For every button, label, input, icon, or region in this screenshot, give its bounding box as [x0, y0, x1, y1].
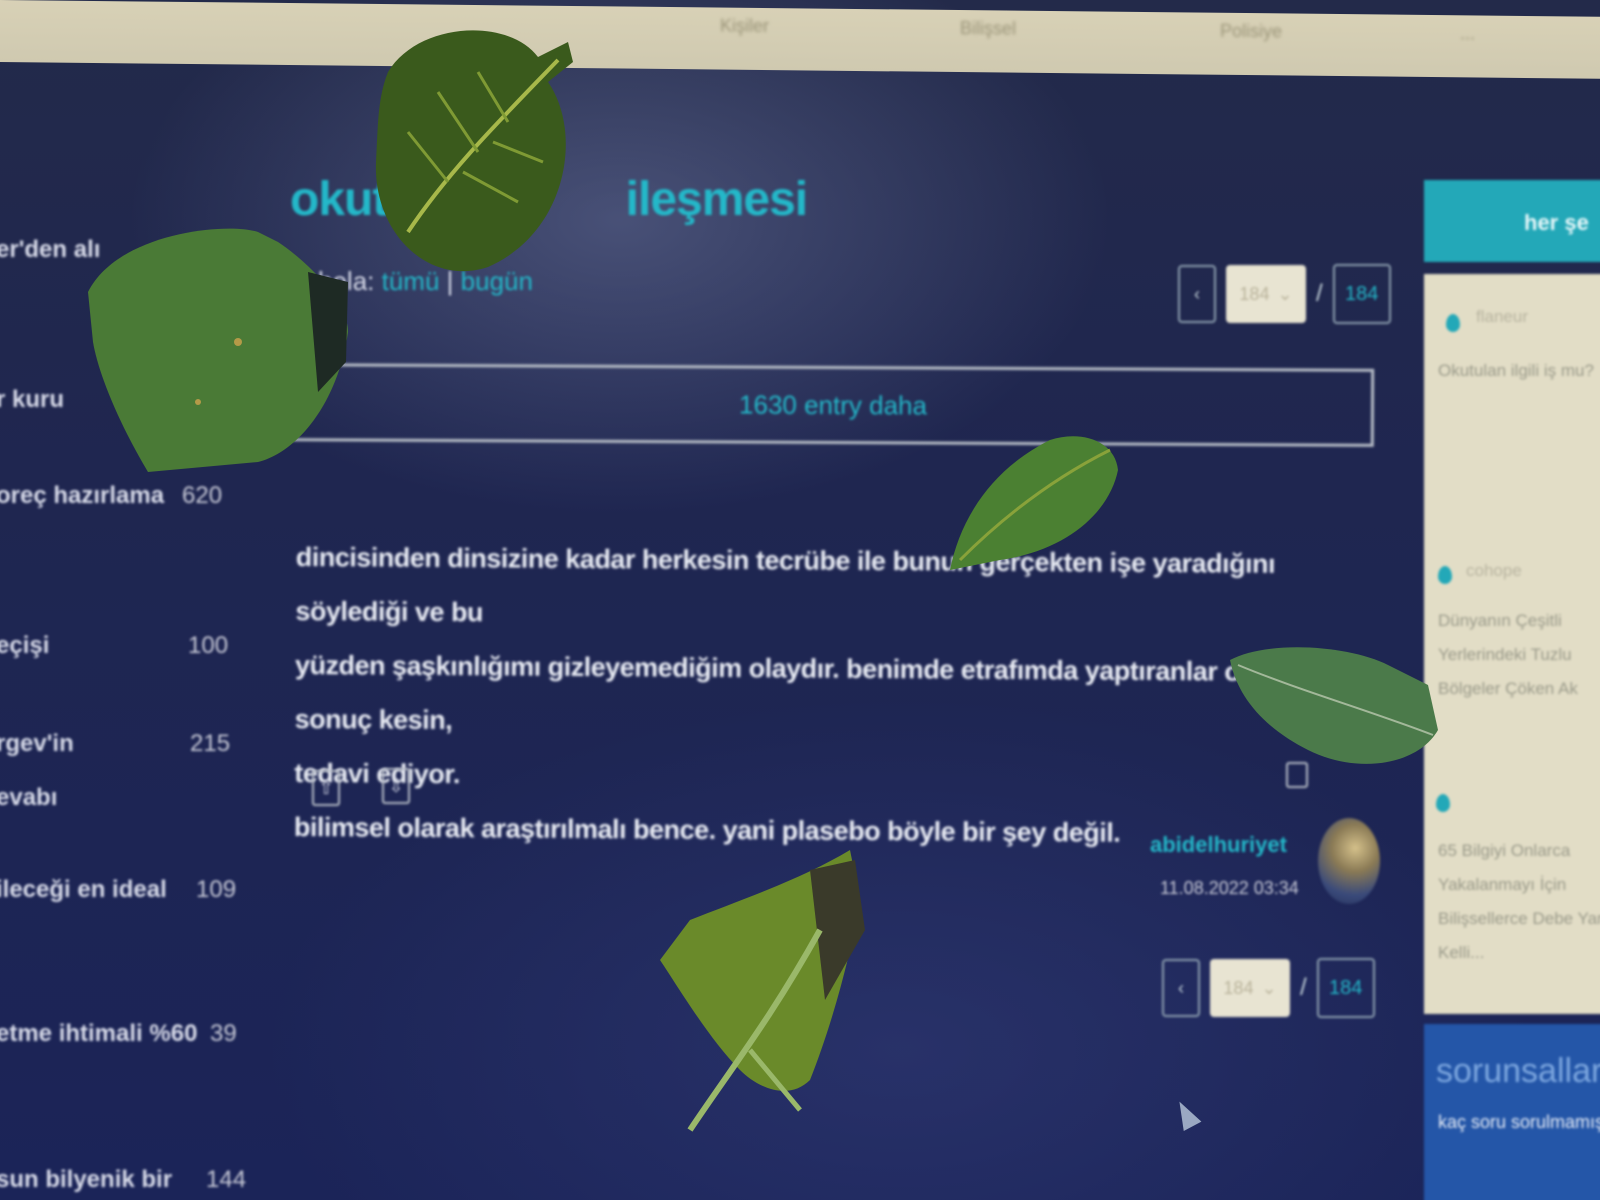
page-select-value: 184	[1223, 977, 1254, 998]
list-item-user[interactable]: cohope	[1466, 554, 1600, 588]
sidebar-item[interactable]: oreç hazırlama	[0, 482, 164, 510]
pager-last-button[interactable]: 184	[1332, 264, 1391, 324]
nav-item[interactable]: ...	[1460, 23, 1475, 44]
sidebar-item-count: 144	[206, 1166, 247, 1193]
list-item[interactable]: Dünyanın Çeşitli Yerlerindeki Tuzlu Bölg…	[1438, 604, 1600, 706]
list-item[interactable]: 65 Bilgiyi Onlarca Yakalanmayı İçin Bili…	[1438, 834, 1600, 970]
leaf-icon	[1230, 647, 1438, 764]
pager-top: ‹ 184 ⌄ / 184	[1178, 264, 1391, 324]
sidebar-item-count: 620	[182, 482, 223, 509]
questions-heading[interactable]: sorunsallar	[1436, 1052, 1600, 1091]
topic-title-end: ileşmesi	[625, 173, 808, 226]
entry-line: yüzden şaşkınlığımı gizleyemediğim olayd…	[294, 649, 1316, 736]
pager-prev-button[interactable]: ‹	[1178, 265, 1216, 323]
sidebar-item-count: 215	[190, 730, 231, 757]
sidebar-item-count: 39	[210, 1020, 237, 1047]
entry-line: tedavi ediyor.	[294, 757, 460, 790]
list-item-user[interactable]: flaneur	[1476, 300, 1600, 334]
sidebar-item[interactable]: etme ihtimali %60	[0, 1020, 197, 1048]
page-select-value: 184	[1239, 283, 1270, 304]
nav-item[interactable]: Bilişsel	[960, 18, 1016, 40]
upvote-button[interactable]: ⇧	[312, 770, 340, 806]
drop-icon	[1446, 314, 1460, 332]
pager-prev-button[interactable]: ‹	[1162, 959, 1200, 1017]
pager-last-button[interactable]: 184	[1316, 958, 1375, 1018]
leaf-icon	[660, 850, 865, 1132]
sidebar-item[interactable]: rgev'in	[0, 730, 74, 758]
pager-separator: /	[1300, 974, 1307, 1001]
sidebar-item[interactable]: sun bilyenik bir	[0, 1166, 172, 1194]
page-select[interactable]: 184 ⌄	[1226, 265, 1306, 323]
pager-bottom: ‹ 184 ⌄ / 184	[1162, 958, 1375, 1018]
sidebar-item-count: 100	[188, 632, 229, 659]
sidebar-item[interactable]: ileceği en ideal	[0, 876, 167, 904]
entry-date[interactable]: 11.08.2022 03:34	[1160, 878, 1299, 899]
nav-item[interactable]: Polisiye	[1220, 21, 1282, 43]
sidebar-item-count: 109	[196, 876, 237, 903]
tab-everything[interactable]: her şe	[1424, 180, 1600, 262]
page-select[interactable]: 184 ⌄	[1210, 959, 1290, 1017]
leaf-icon	[88, 228, 348, 472]
drop-icon	[1438, 566, 1452, 584]
nav-item[interactable]: Kişiler	[720, 16, 769, 38]
drop-icon	[1436, 794, 1450, 812]
questions-item[interactable]: kaç soru sorulmamış	[1438, 1112, 1600, 1133]
entry-line: dincisinden dinsizine kadar herkesin tec…	[295, 541, 1276, 628]
sidebar-item[interactable]: eçişi	[0, 632, 49, 660]
right-panel-list: flaneur Okutulan ilgili iş mu? cohope Dü…	[1424, 274, 1600, 1014]
leaf-icon	[950, 436, 1118, 570]
chevron-down-icon: ⌄	[1277, 283, 1293, 304]
avatar[interactable]	[1318, 818, 1380, 904]
leaf-icon	[375, 30, 573, 272]
right-panel: her şe flaneur Okutulan ilgili iş mu? co…	[1424, 170, 1600, 1200]
list-item[interactable]: Okutulan ilgili iş mu?	[1438, 354, 1600, 388]
downvote-button[interactable]: ⇩	[382, 768, 410, 804]
chevron-down-icon: ⌄	[1261, 977, 1277, 998]
entry-author[interactable]: abidelhuriyet	[1150, 832, 1287, 858]
show-more-entries-button[interactable]: 1630 entry daha	[291, 363, 1375, 447]
sidebar-item[interactable]: evabı	[0, 784, 57, 812]
pager-separator: /	[1316, 280, 1323, 307]
sidebar-item[interactable]: r kuru	[0, 386, 64, 414]
entry-content: dincisinden dinsizine kadar herkesin tec…	[294, 530, 1386, 862]
